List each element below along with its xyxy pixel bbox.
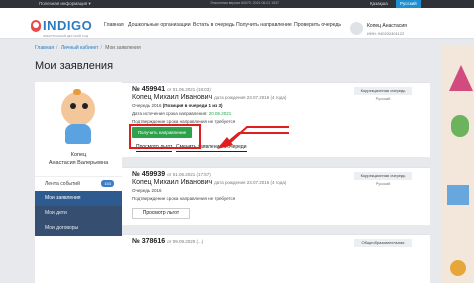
application-number[interactable]: № 378616 <box>132 238 165 245</box>
queue-label: Очередь 2016 <box>132 188 162 193</box>
view-benefits-button[interactable]: Просмотр льгот <box>132 208 190 219</box>
red-arrow-icon <box>217 126 289 149</box>
status-badge: Общеобразовательная <box>354 239 412 247</box>
status-badge: Коррекционная очередь <box>354 172 412 180</box>
child-avatar <box>53 88 105 146</box>
site-header: INDIGO ЭЛЕКТРОННЫЙ ДЕТСКИЙ САД Главная Д… <box>0 8 474 39</box>
child-name: Копец Михаил Иванович <box>132 179 213 186</box>
decorative-illustration <box>441 45 474 283</box>
application-date: от 01.06.2021 (18:03) <box>167 87 211 92</box>
application-card: № 459939 от 01.06.2021 (17:57) Копец Мих… <box>122 167 430 225</box>
status-badge: Коррекционная очередь <box>354 87 412 95</box>
sidebar-item-applications[interactable]: Мои заявления <box>35 191 122 206</box>
profile-sidebar: Копец Анастасия Валерьевна Лента событий… <box>35 82 122 283</box>
sidebar-item-contracts[interactable]: Мои договоры <box>35 221 122 236</box>
feed-count-badge: 153 <box>101 180 114 187</box>
nav-join-queue[interactable]: Встать в очередь <box>193 22 235 28</box>
lang-russian[interactable]: Русский <box>396 0 421 8</box>
sidebar-item-children[interactable]: Мои дети <box>35 206 122 221</box>
user-iin: ИИН: 940202401122 <box>367 31 405 36</box>
profile-fullname: Анастасия Валерьевна <box>48 160 109 166</box>
logo-subtitle: ЭЛЕКТРОННЫЙ ДЕТСКИЙ САД <box>43 34 89 38</box>
application-date: от 09.09.2020 (...) <box>167 239 204 244</box>
breadcrumb-home[interactable]: Главная <box>35 45 54 51</box>
nav-organizations[interactable]: Дошкольные организации <box>128 22 191 28</box>
breadcrumb: Главная / Личный кабинет / Мои заявления <box>35 45 141 51</box>
top-bar: Полезная информация ▾ Эталонная версия #… <box>0 0 474 8</box>
breadcrumb-current: Мои заявления <box>105 45 141 51</box>
application-date: от 01.06.2021 (17:57) <box>167 172 211 177</box>
language-label: Русский <box>375 181 391 186</box>
version-label: Эталонная версия #0070: 2021.06.01 1537 <box>210 1 279 5</box>
avatar[interactable] <box>350 22 363 35</box>
nav-check-queue[interactable]: Проверить очередь <box>294 22 341 28</box>
carousel-icon <box>449 65 473 91</box>
application-card: № 378616 от 09.09.2020 (...) Общеобразов… <box>122 234 430 283</box>
sidebar-item-feed[interactable]: Лента событий 153 <box>35 176 122 190</box>
lang-kazakh[interactable]: Қазақша <box>366 0 392 8</box>
application-card: № 459941 от 01.06.2021 (18:03) Копец Мих… <box>122 82 430 157</box>
tree-icon <box>451 115 469 137</box>
useful-info-menu[interactable]: Полезная информация ▾ <box>39 1 91 7</box>
baby-head-icon <box>61 92 95 126</box>
child-name: Копец Михаил Иванович <box>132 94 213 101</box>
highlight-box <box>129 124 201 149</box>
profile-surname: Копец <box>70 152 87 158</box>
application-number[interactable]: № 459941 <box>132 86 165 93</box>
queue-position: Очередь 2016 (Позиция в очереди 1 из 3) <box>132 103 223 108</box>
application-number[interactable]: № 459939 <box>132 171 165 178</box>
nav-home[interactable]: Главная <box>104 22 124 28</box>
breadcrumb-cabinet[interactable]: Личный кабинет <box>61 45 99 51</box>
toy-icon <box>450 260 466 276</box>
logo[interactable]: INDIGO <box>43 18 92 33</box>
language-label: Русский <box>375 96 391 101</box>
confirm-note: Подтверждение срока направления не требу… <box>132 196 236 201</box>
user-name[interactable]: Копец Анастасия <box>367 23 407 29</box>
page-title: Мои заявления <box>35 60 114 72</box>
nav-get-referral[interactable]: Получить направление <box>236 22 292 28</box>
child-dob: дата рождения 23.07.2016 (4 года) <box>214 180 287 185</box>
child-dob: дата рождения 23.07.2016 (4 года) <box>214 95 287 100</box>
logo-icon[interactable] <box>31 20 41 32</box>
slide-icon <box>447 185 469 205</box>
